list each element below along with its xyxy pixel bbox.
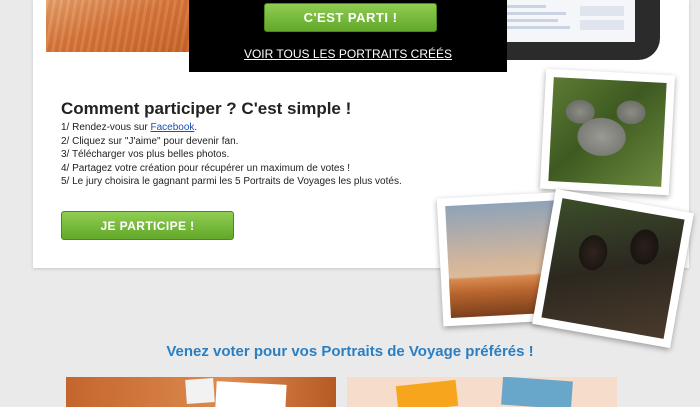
gallery-thumbnail-right[interactable] xyxy=(347,377,617,407)
start-button[interactable]: C'EST PARTI ! xyxy=(264,3,437,32)
step-5: 5/ Le jury choisira le gagnant parmi les… xyxy=(61,176,402,187)
step-1: 1/ Rendez-vous sur Facebook. xyxy=(61,122,198,133)
hero-photo xyxy=(46,0,191,52)
facebook-link[interactable]: Facebook xyxy=(151,122,195,133)
gallery-thumbnail-left[interactable] xyxy=(66,377,336,407)
tablet-screen xyxy=(500,0,635,42)
aboriginal-people-photo xyxy=(532,188,694,349)
koala-photo xyxy=(539,68,676,196)
join-button[interactable]: JE PARTICIPE ! xyxy=(61,211,234,240)
vote-title: Venez voter pour vos Portraits de Voyage… xyxy=(166,343,534,360)
step-2: 2/ Cliquez sur "J'aime" pour devenir fan… xyxy=(61,135,239,147)
how-to-title: Comment participer ? C'est simple ! xyxy=(61,99,352,118)
step-4: 4/ Partagez votre création pour récupére… xyxy=(61,162,351,174)
step-3: 3/ Télécharger vos plus belles photos. xyxy=(61,149,230,160)
see-all-portraits-link[interactable]: VOIR TOUS LES PORTRAITS CRÉÉS xyxy=(189,47,507,61)
steps-list: 1/ Rendez-vous sur Facebook. 2/ Cliquez … xyxy=(61,121,402,189)
